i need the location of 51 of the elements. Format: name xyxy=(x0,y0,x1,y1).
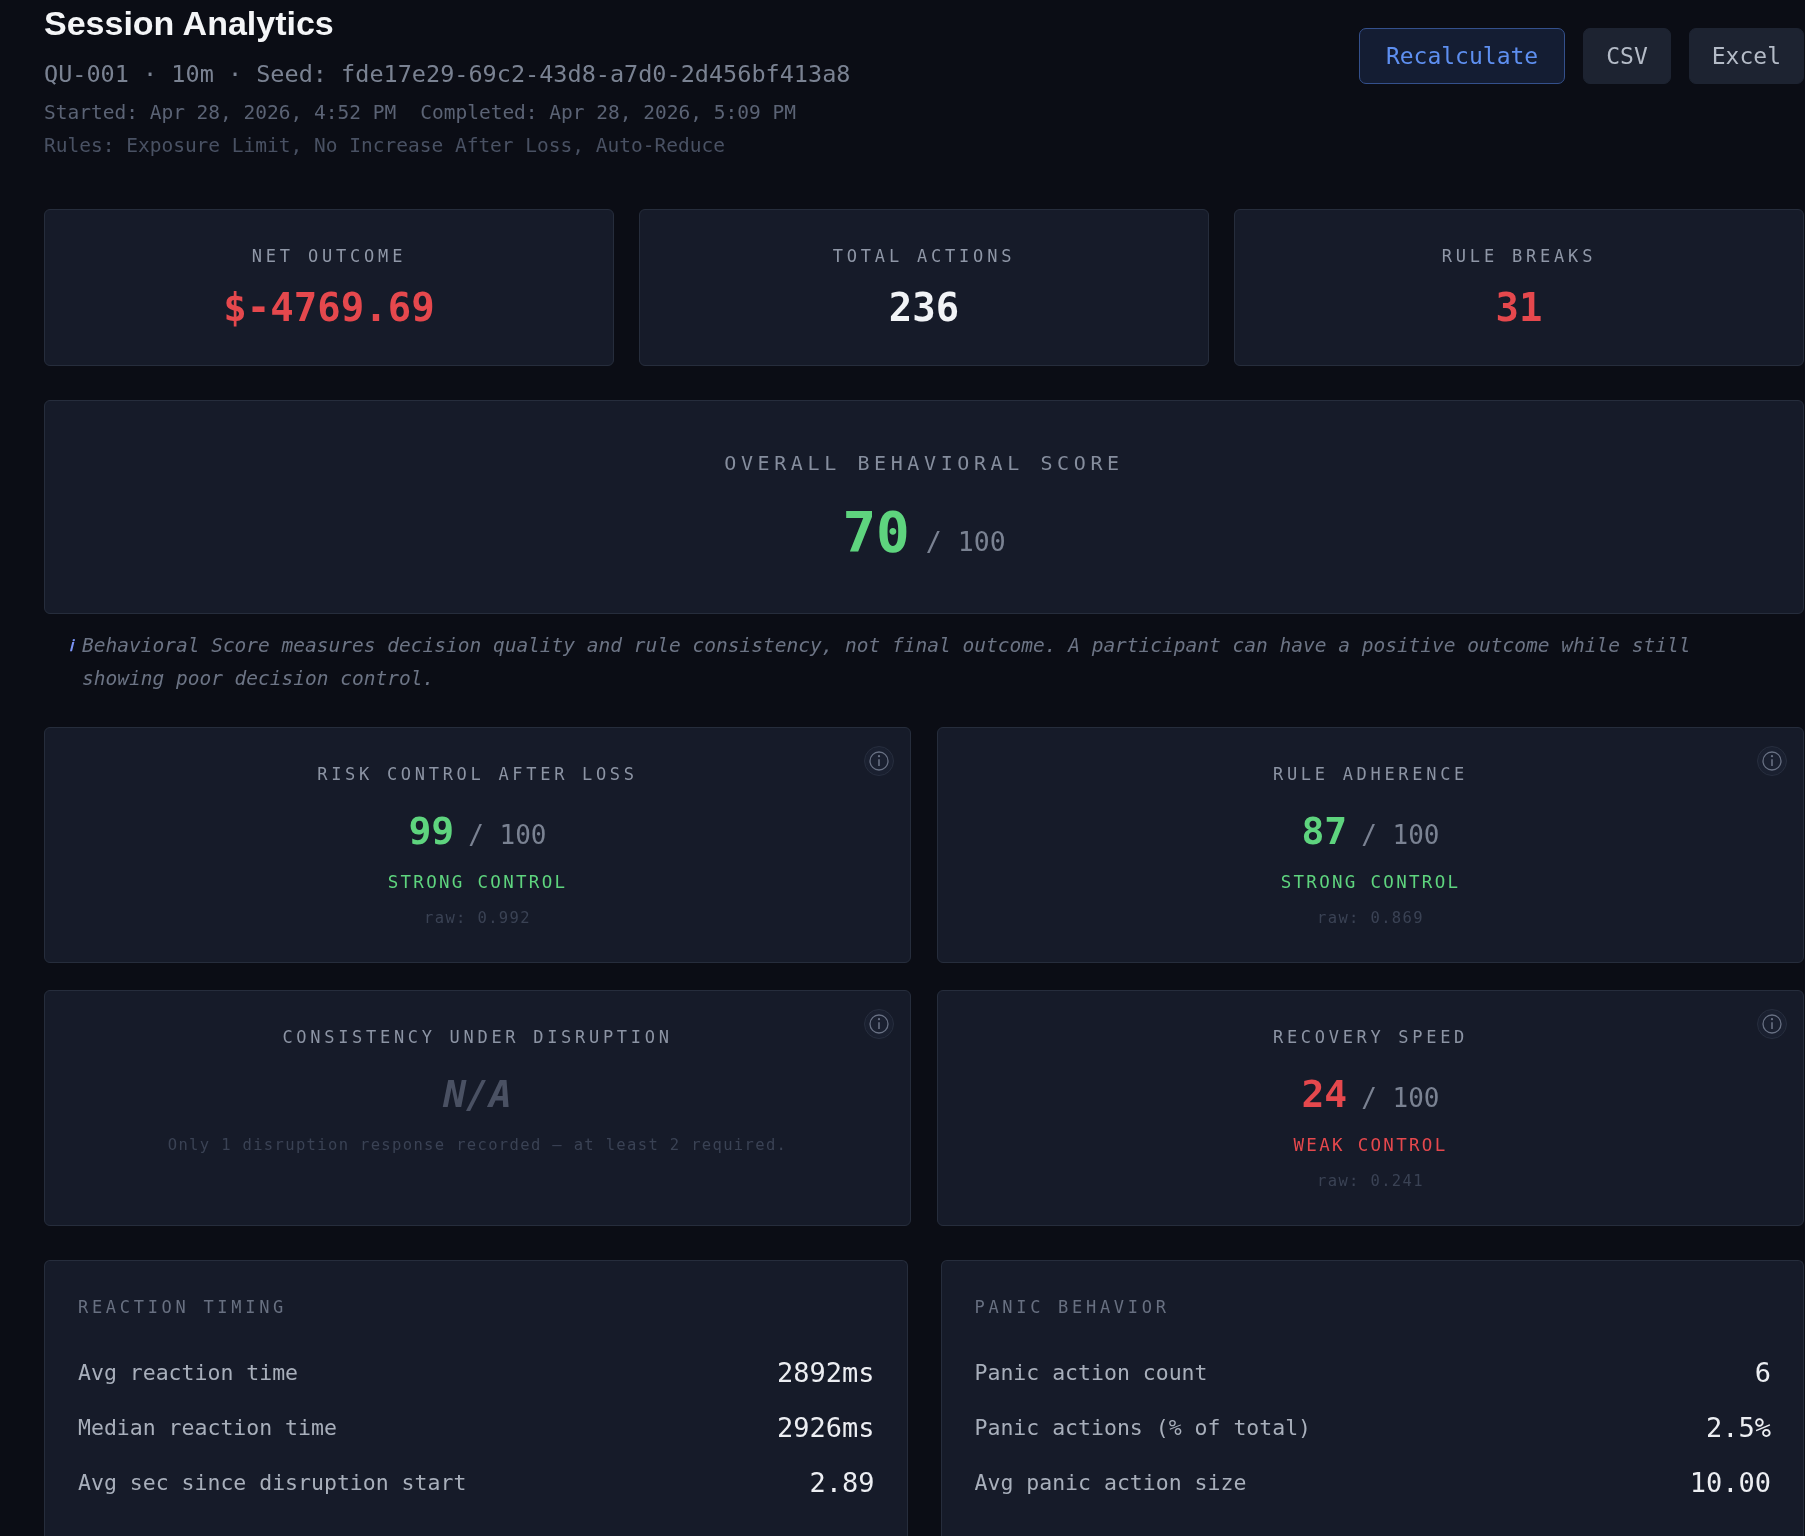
metric-title: CONSISTENCY UNDER DISRUPTION xyxy=(282,1026,673,1048)
stat-reading: 2892ms xyxy=(776,1355,875,1390)
panel-title: REACTION TIMING xyxy=(78,1296,289,1318)
metric-scale: / 100 xyxy=(468,819,547,851)
stat-name: Panic actions (% of total) xyxy=(974,1413,1312,1442)
stat-name: Median reaction time xyxy=(78,1413,337,1442)
stat-reading: 2.5% xyxy=(1705,1410,1771,1445)
metric-score: 99 xyxy=(408,808,455,854)
page-title: Session Analytics xyxy=(44,3,335,43)
metric-verdict: WEAK CONTROL xyxy=(1293,1134,1448,1157)
stat-reading: 2926ms xyxy=(776,1410,875,1445)
excel-button[interactable]: Excel xyxy=(1688,28,1804,84)
metric-title: RECOVERY SPEED xyxy=(1272,1026,1469,1048)
stat-name: Avg panic action size xyxy=(974,1468,1247,1497)
stat-label: TOTAL ACTIONS xyxy=(832,245,1016,267)
score-scale: / 100 xyxy=(925,526,1006,558)
rules-list: Rules: Exposure Limit, No Increase After Loss, Auto-Reduce xyxy=(44,133,851,159)
stat-value: 31 xyxy=(1495,285,1543,331)
info-icon[interactable] xyxy=(1757,746,1787,776)
metric-score: 87 xyxy=(1301,808,1348,854)
stat-value: $-4769.69 xyxy=(223,285,435,331)
csv-button[interactable]: CSV xyxy=(1583,28,1671,84)
metric-scale: / 100 xyxy=(1361,819,1440,851)
stat-reading: 2.89 xyxy=(809,1465,875,1500)
metric-verdict: STRONG CONTROL xyxy=(1280,871,1461,894)
stat-name: Avg reaction time xyxy=(78,1358,299,1387)
metric-title: RISK CONTROL AFTER LOSS xyxy=(317,763,638,785)
info-icon[interactable] xyxy=(864,1009,894,1039)
metric-scale: / 100 xyxy=(1361,1082,1440,1114)
info-icon[interactable] xyxy=(1757,1009,1787,1039)
metric-score: 24 xyxy=(1301,1071,1348,1117)
stat-reading: 6 xyxy=(1754,1355,1771,1390)
score-value: 70 xyxy=(842,500,910,564)
completion-time: Completed: Apr 28, 2026, 5:09 PM xyxy=(420,100,796,126)
recalculate-button[interactable]: Recalculate xyxy=(1358,28,1566,84)
session-info: QU-001 · 10m · Seed: fde17e29-69c2-43d8-a7d0-2d456bf413a8 xyxy=(44,59,851,89)
panel-title: PANIC BEHAVIOR xyxy=(974,1296,1171,1318)
stat-name: Panic action count xyxy=(974,1358,1208,1387)
start-time: Started: Apr 28, 2026, 4:52 PM xyxy=(44,100,397,126)
score-label: OVERALL BEHAVIORAL SCORE xyxy=(724,450,1124,476)
stat-label: NET OUTCOME xyxy=(251,245,407,267)
metric-title: RULE ADHERENCE xyxy=(1272,763,1469,785)
info-icon[interactable] xyxy=(864,746,894,776)
stat-label: RULE BREAKS xyxy=(1441,245,1597,267)
stat-value: 236 xyxy=(888,285,960,331)
note-text: Behavioral Score measures decision quality and rule consistency, not final outcome. A participant can have a positive outcome while still showing poor decision control. xyxy=(82,633,1692,692)
info-icon: ℹ xyxy=(69,629,73,662)
stat-reading: 10.00 xyxy=(1689,1465,1771,1500)
unavailable-value: N/A xyxy=(443,1072,512,1116)
stat-name: Avg sec since disruption start xyxy=(78,1468,467,1497)
metric-verdict: STRONG CONTROL xyxy=(387,871,568,894)
